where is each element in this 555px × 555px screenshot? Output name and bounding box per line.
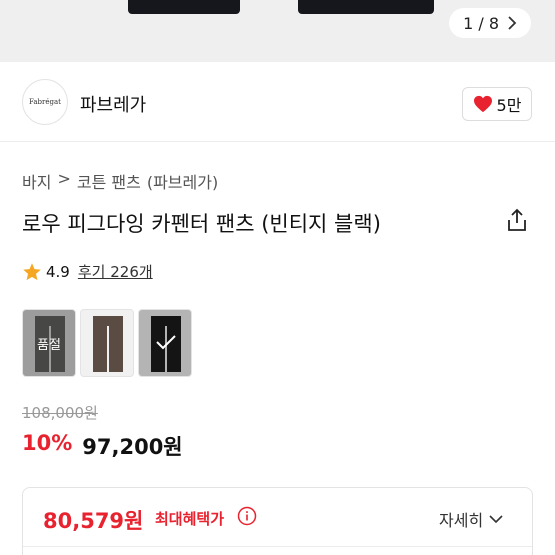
discount-rate: 10% — [22, 431, 73, 455]
max-benefit-box[interactable]: 80,579원 최대혜택가 자세히 — [22, 487, 533, 555]
color-variant-brown[interactable] — [80, 309, 134, 377]
original-price: 108,000원 — [22, 404, 98, 422]
breadcrumb: 바지 > 코튼 팬츠 (파브레가) — [22, 169, 218, 193]
details-toggle-label: 자세히 — [439, 511, 484, 530]
info-icon[interactable] — [237, 506, 257, 526]
color-variant-list: 품절 — [22, 309, 192, 377]
divider — [23, 546, 532, 547]
chevron-down-icon — [489, 515, 503, 524]
star-icon — [23, 262, 41, 280]
like-count: 5만 — [496, 96, 522, 115]
breadcrumb-brand[interactable]: (파브레가) — [147, 169, 218, 193]
sold-out-label: 품절 — [37, 338, 61, 353]
brand-row: Fabrégat 파브레가 5만 — [0, 62, 555, 142]
breadcrumb-separator: > — [57, 169, 71, 188]
brand-logo-text: Fabrégat — [29, 98, 61, 106]
color-variant-gray[interactable]: 품절 — [22, 309, 76, 377]
rating-row: 4.9 후기 226개 — [22, 261, 153, 282]
product-image-pants-right — [298, 0, 434, 14]
brand-logo[interactable]: Fabrégat — [22, 79, 68, 125]
heart-icon — [473, 95, 492, 113]
image-pager[interactable]: 1 / 8 — [449, 8, 531, 38]
check-icon — [156, 335, 176, 350]
variant-image-leg — [93, 316, 107, 372]
sale-price: 97,200원 — [82, 435, 183, 459]
sale-price-row: 10% 97,200원 — [22, 431, 183, 461]
product-image-carousel[interactable]: 1 / 8 — [0, 0, 555, 62]
details-toggle[interactable]: 자세히 — [439, 507, 503, 531]
variant-image — [35, 316, 65, 326]
rating-score: 4.9 — [46, 262, 70, 281]
product-image-pants-left — [128, 0, 240, 14]
image-pager-text: 1 / 8 — [463, 13, 499, 33]
max-benefit-price: 80,579원 — [43, 509, 144, 533]
like-button[interactable]: 5만 — [462, 87, 532, 121]
variant-image-leg — [109, 316, 123, 372]
breadcrumb-category[interactable]: 바지 — [22, 169, 51, 193]
reviews-link[interactable]: 후기 226개 — [78, 261, 153, 282]
variant-image — [151, 316, 181, 326]
chevron-right-icon[interactable] — [507, 16, 517, 30]
max-benefit-label: 최대혜택가 — [155, 510, 225, 528]
breadcrumb-subcategory[interactable]: 코튼 팬츠 — [77, 169, 141, 193]
product-title: 로우 피그다잉 카펜터 팬츠 (빈티지 블랙) — [22, 212, 381, 236]
brand-name[interactable]: 파브레가 — [80, 91, 146, 117]
share-icon[interactable] — [506, 208, 528, 232]
color-variant-black[interactable] — [138, 309, 192, 377]
